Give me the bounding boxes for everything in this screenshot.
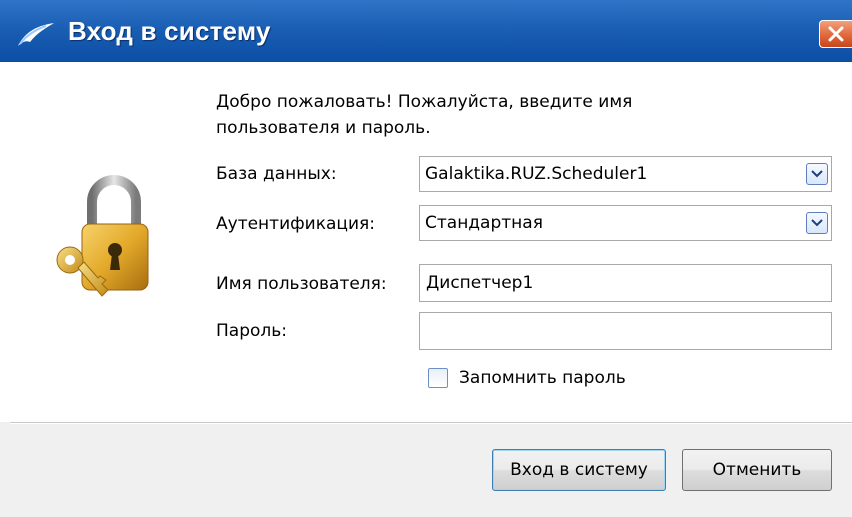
username-label: Имя пользователя:	[216, 274, 387, 294]
database-dropdown-button[interactable]	[806, 163, 828, 185]
welcome-message: Добро пожаловать! Пожалуйста, введите им…	[216, 89, 736, 141]
welcome-line-1: Добро пожаловать! Пожалуйста, введите им…	[216, 92, 633, 112]
chevron-down-icon	[811, 170, 823, 178]
chevron-down-icon	[811, 219, 823, 227]
window-title: Вход в систему	[68, 16, 271, 46]
remember-password-checkbox[interactable]	[428, 368, 448, 388]
password-input[interactable]	[419, 312, 832, 350]
auth-select[interactable]: Стандартная	[419, 205, 832, 241]
username-input[interactable]	[419, 264, 832, 302]
database-value: Galaktika.RUZ.Scheduler1	[425, 164, 648, 184]
database-select[interactable]: Galaktika.RUZ.Scheduler1	[419, 156, 832, 192]
app-swoosh-icon	[16, 20, 56, 48]
close-button[interactable]	[819, 20, 852, 48]
remember-password-label[interactable]: Запомнить пароль	[459, 368, 626, 388]
auth-dropdown-button[interactable]	[806, 212, 828, 234]
cancel-button[interactable]: Отменить	[682, 449, 832, 491]
login-button[interactable]: Вход в систему	[492, 449, 666, 491]
database-label: База данных:	[216, 164, 337, 184]
welcome-line-2: пользователя и пароль.	[216, 118, 431, 138]
title-bar[interactable]: Вход в систему	[0, 0, 852, 63]
password-label: Пароль:	[216, 321, 288, 341]
login-dialog: Вход в систему Добро пожаловать! Пожалуй…	[0, 0, 852, 517]
close-icon	[828, 26, 844, 42]
auth-label: Аутентификация:	[216, 214, 375, 234]
footer-separator	[10, 422, 852, 424]
padlock-key-icon	[52, 172, 162, 302]
auth-value: Стандартная	[425, 213, 543, 233]
